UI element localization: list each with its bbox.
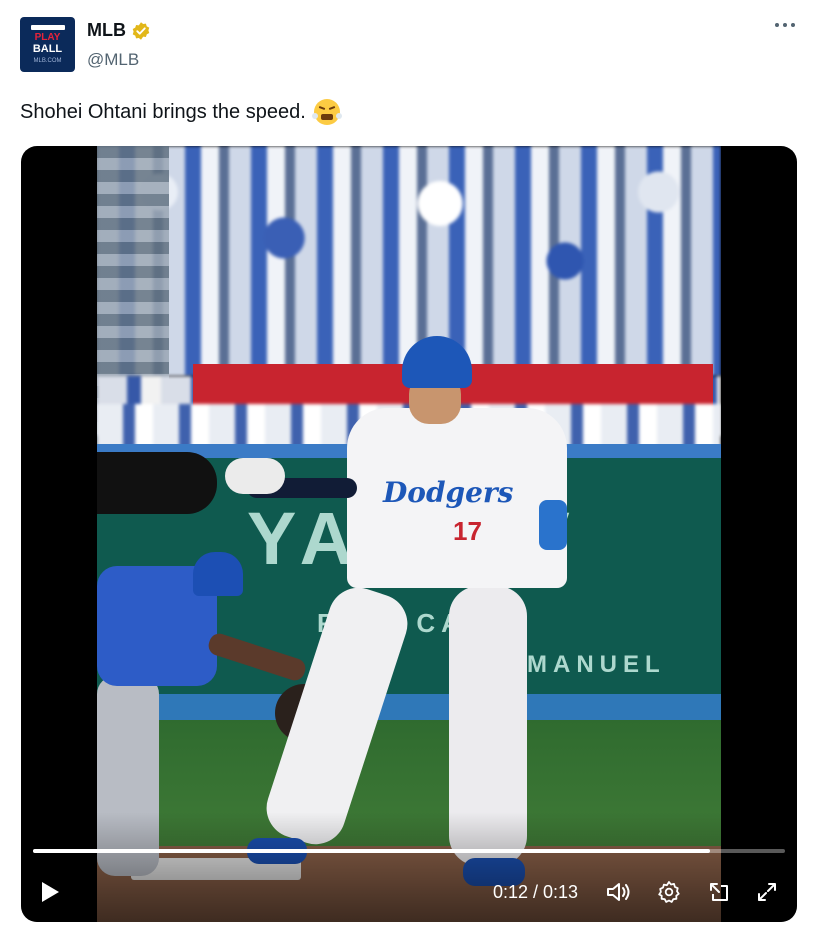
jersey-logo: Dodgers xyxy=(383,476,514,509)
fullscreen-button[interactable] xyxy=(751,876,783,908)
wall-padding xyxy=(97,694,721,720)
avatar-text-site: MLB.COM xyxy=(33,57,62,64)
progress-bar[interactable] xyxy=(33,849,785,853)
author-name-row: MLB xyxy=(87,20,151,41)
face-with-steam-from-nose-icon xyxy=(311,99,342,125)
avatar[interactable]: PLAY BALL MLB.COM xyxy=(20,17,75,72)
runner-sleeve xyxy=(539,500,567,550)
tweet-body: Shohei Ohtani brings the speed. xyxy=(20,100,306,123)
gear-icon xyxy=(658,881,680,903)
author-handle[interactable]: @MLB xyxy=(87,50,139,70)
play-button[interactable] xyxy=(35,876,65,908)
volume-icon xyxy=(607,883,630,901)
play-icon xyxy=(42,882,59,902)
avatar-text-play: PLAY xyxy=(34,31,61,43)
fielder-helmet xyxy=(193,552,243,596)
pop-out-icon xyxy=(710,883,728,901)
verified-badge-icon[interactable] xyxy=(131,21,151,41)
more-horizontal-icon[interactable] xyxy=(774,22,796,28)
umpire-arm xyxy=(97,452,217,514)
video-frame: YA MAV RE & CASIN MANUEL Dodgers 17 xyxy=(97,146,721,922)
batting-glove xyxy=(225,458,285,494)
wall-sign-small: MANUEL xyxy=(527,651,666,678)
fullscreen-icon xyxy=(758,883,776,901)
jersey-number: 17 xyxy=(453,516,482,546)
volume-button[interactable] xyxy=(603,876,635,908)
time-display: 0:12 / 0:13 xyxy=(493,882,579,902)
progress-fill xyxy=(33,849,710,853)
author-display-name[interactable]: MLB xyxy=(87,20,126,41)
tweet-text: Shohei Ohtani brings the speed. xyxy=(20,99,342,125)
avatar-logo-bar xyxy=(30,24,65,30)
settings-button[interactable] xyxy=(653,876,685,908)
video-player[interactable]: YA MAV RE & CASIN MANUEL Dodgers 17 xyxy=(21,146,797,922)
pop-out-button[interactable] xyxy=(703,876,735,908)
crowd-background xyxy=(97,146,721,376)
avatar-text-ball: BALL xyxy=(32,42,63,55)
